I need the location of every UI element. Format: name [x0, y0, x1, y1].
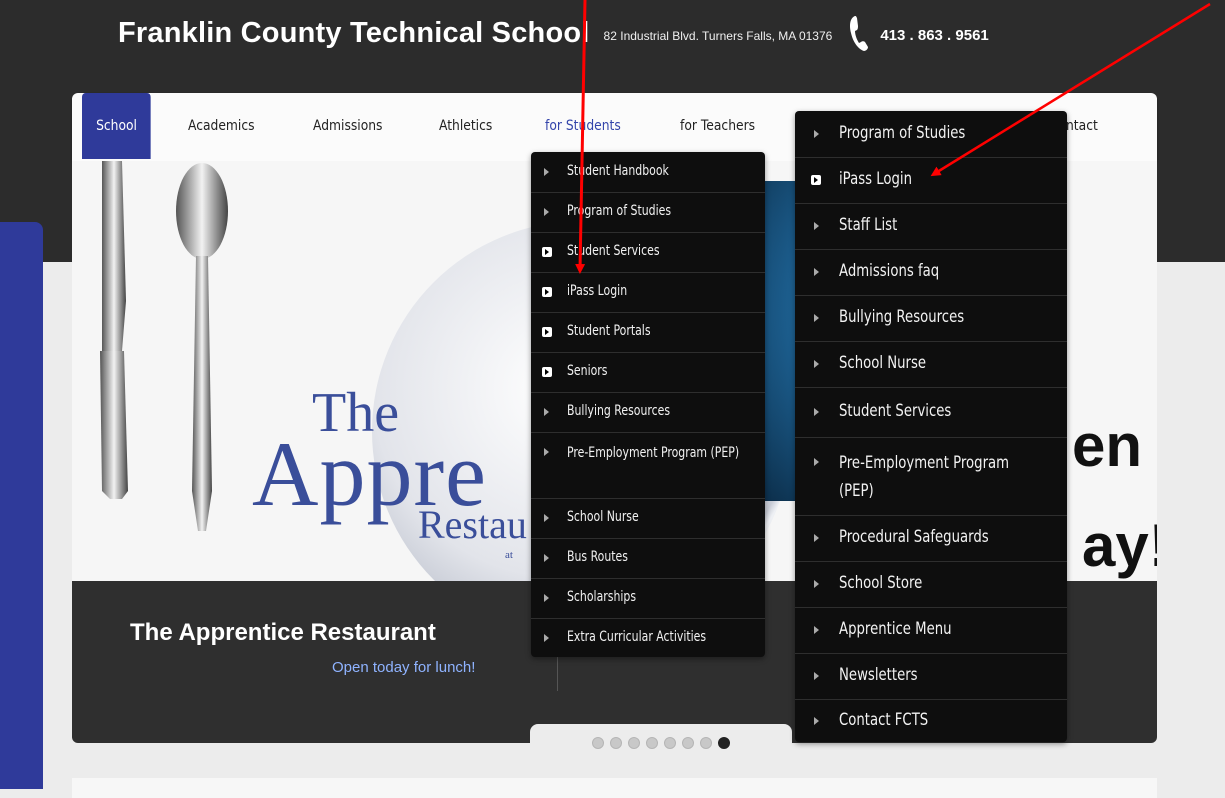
arrow-icon [814, 717, 819, 725]
arrow-icon [814, 130, 819, 138]
nav-school[interactable]: School [82, 93, 152, 159]
arrow-icon [544, 554, 549, 562]
site-header: Franklin County Technical School 82 Indu… [118, 8, 989, 58]
students-menu-item[interactable]: Student Portals [531, 312, 765, 353]
box-arrow-icon [542, 247, 552, 257]
content-area [72, 778, 1157, 798]
teachers-menu-item[interactable]: Contact FCTS [795, 699, 1067, 742]
pager-dot[interactable] [610, 737, 622, 749]
arrow-icon [814, 534, 819, 542]
spoon-image [176, 163, 228, 531]
arrow-icon [544, 208, 549, 216]
pager-dot[interactable] [664, 737, 676, 749]
arrow-icon [814, 222, 819, 230]
arrow-icon [544, 594, 549, 602]
slide-big-text-1: en [1072, 412, 1143, 479]
pager-dot-active[interactable] [718, 737, 730, 749]
students-menu-item[interactable]: Program of Studies [531, 192, 765, 233]
nav-athletics[interactable]: Athletics [439, 93, 492, 159]
pager-dot[interactable] [646, 737, 658, 749]
teachers-menu-item[interactable]: Newsletters [795, 653, 1067, 700]
phone-icon [850, 16, 869, 51]
box-arrow-icon [542, 367, 552, 377]
teachers-menu-item[interactable]: Staff List [795, 203, 1067, 250]
students-menu-item[interactable]: Bus Routes [531, 538, 765, 579]
slide-pager [530, 724, 792, 762]
students-menu-item[interactable]: iPass Login [531, 272, 765, 313]
box-arrow-icon [811, 175, 821, 185]
teachers-menu-item[interactable]: School Store [795, 561, 1067, 608]
box-arrow-icon [542, 287, 552, 297]
teachers-dropdown: Program of Studies iPass Login Staff Lis… [795, 111, 1067, 742]
teachers-menu-item[interactable]: Student Services [795, 387, 1067, 438]
pager-dot[interactable] [628, 737, 640, 749]
students-menu-item[interactable]: Student Handbook [531, 152, 765, 193]
arrow-icon [814, 360, 819, 368]
teachers-menu-item[interactable]: Pre-Employment Program (PEP) [795, 437, 1067, 516]
nav-for-students[interactable]: for Students [545, 93, 621, 159]
arrow-icon [814, 268, 819, 276]
students-menu-item[interactable]: Seniors [531, 352, 765, 393]
slide-big-text-2: ay! [1082, 512, 1157, 579]
arrow-icon [544, 168, 549, 176]
teachers-menu-item[interactable]: Admissions faq [795, 249, 1067, 296]
students-menu-item[interactable]: Pre-Employment Program (PEP) [531, 432, 765, 499]
arrow-icon [814, 458, 819, 466]
arrow-icon [544, 514, 549, 522]
students-menu-item[interactable]: Student Services [531, 232, 765, 273]
students-menu-item[interactable]: Extra Curricular Activities [531, 618, 765, 657]
school-address: 82 Industrial Blvd. Turners Falls, MA 01… [603, 29, 833, 43]
nav-academics[interactable]: Academics [188, 93, 255, 159]
box-arrow-icon [542, 327, 552, 337]
students-menu-item[interactable]: School Nurse [531, 498, 765, 539]
slide-text-at: at [505, 549, 513, 561]
students-menu-item[interactable]: Bullying Resources [531, 392, 765, 433]
arrow-icon [814, 408, 819, 416]
nav-admissions[interactable]: Admissions [313, 93, 382, 159]
arrow-icon [814, 626, 819, 634]
pager-dot[interactable] [682, 737, 694, 749]
students-dropdown: Student Handbook Program of Studies Stud… [531, 152, 765, 657]
arrow-icon [544, 634, 549, 642]
teachers-menu-item[interactable]: iPass Login [795, 157, 1067, 204]
arrow-icon [814, 580, 819, 588]
school-name[interactable]: Franklin County Technical School [118, 17, 590, 50]
knife-image [100, 161, 128, 499]
pager-dot[interactable] [592, 737, 604, 749]
arrow-icon [814, 672, 819, 680]
nav-for-teachers[interactable]: for Teachers [680, 93, 755, 159]
slide-text-restaurant: Restau [418, 502, 527, 547]
students-menu-item[interactable]: Scholarships [531, 578, 765, 619]
pager-dot[interactable] [700, 737, 712, 749]
left-accent-bar [0, 222, 43, 789]
phone-number[interactable]: 413 . 863 . 9561 [880, 27, 988, 44]
teachers-menu-item[interactable]: Procedural Safeguards [795, 515, 1067, 562]
teachers-menu-item[interactable]: Bullying Resources [795, 295, 1067, 342]
arrow-icon [544, 408, 549, 416]
caption-subtitle[interactable]: Open today for lunch! [332, 659, 475, 676]
arrow-icon [544, 448, 549, 456]
arrow-icon [814, 314, 819, 322]
nav-contact[interactable]: ntact [1066, 93, 1098, 159]
caption-title[interactable]: The Apprentice Restaurant [130, 619, 436, 647]
teachers-menu-item[interactable]: Apprentice Menu [795, 607, 1067, 654]
teachers-menu-item[interactable]: Program of Studies [795, 111, 1067, 158]
teachers-menu-item[interactable]: School Nurse [795, 341, 1067, 388]
